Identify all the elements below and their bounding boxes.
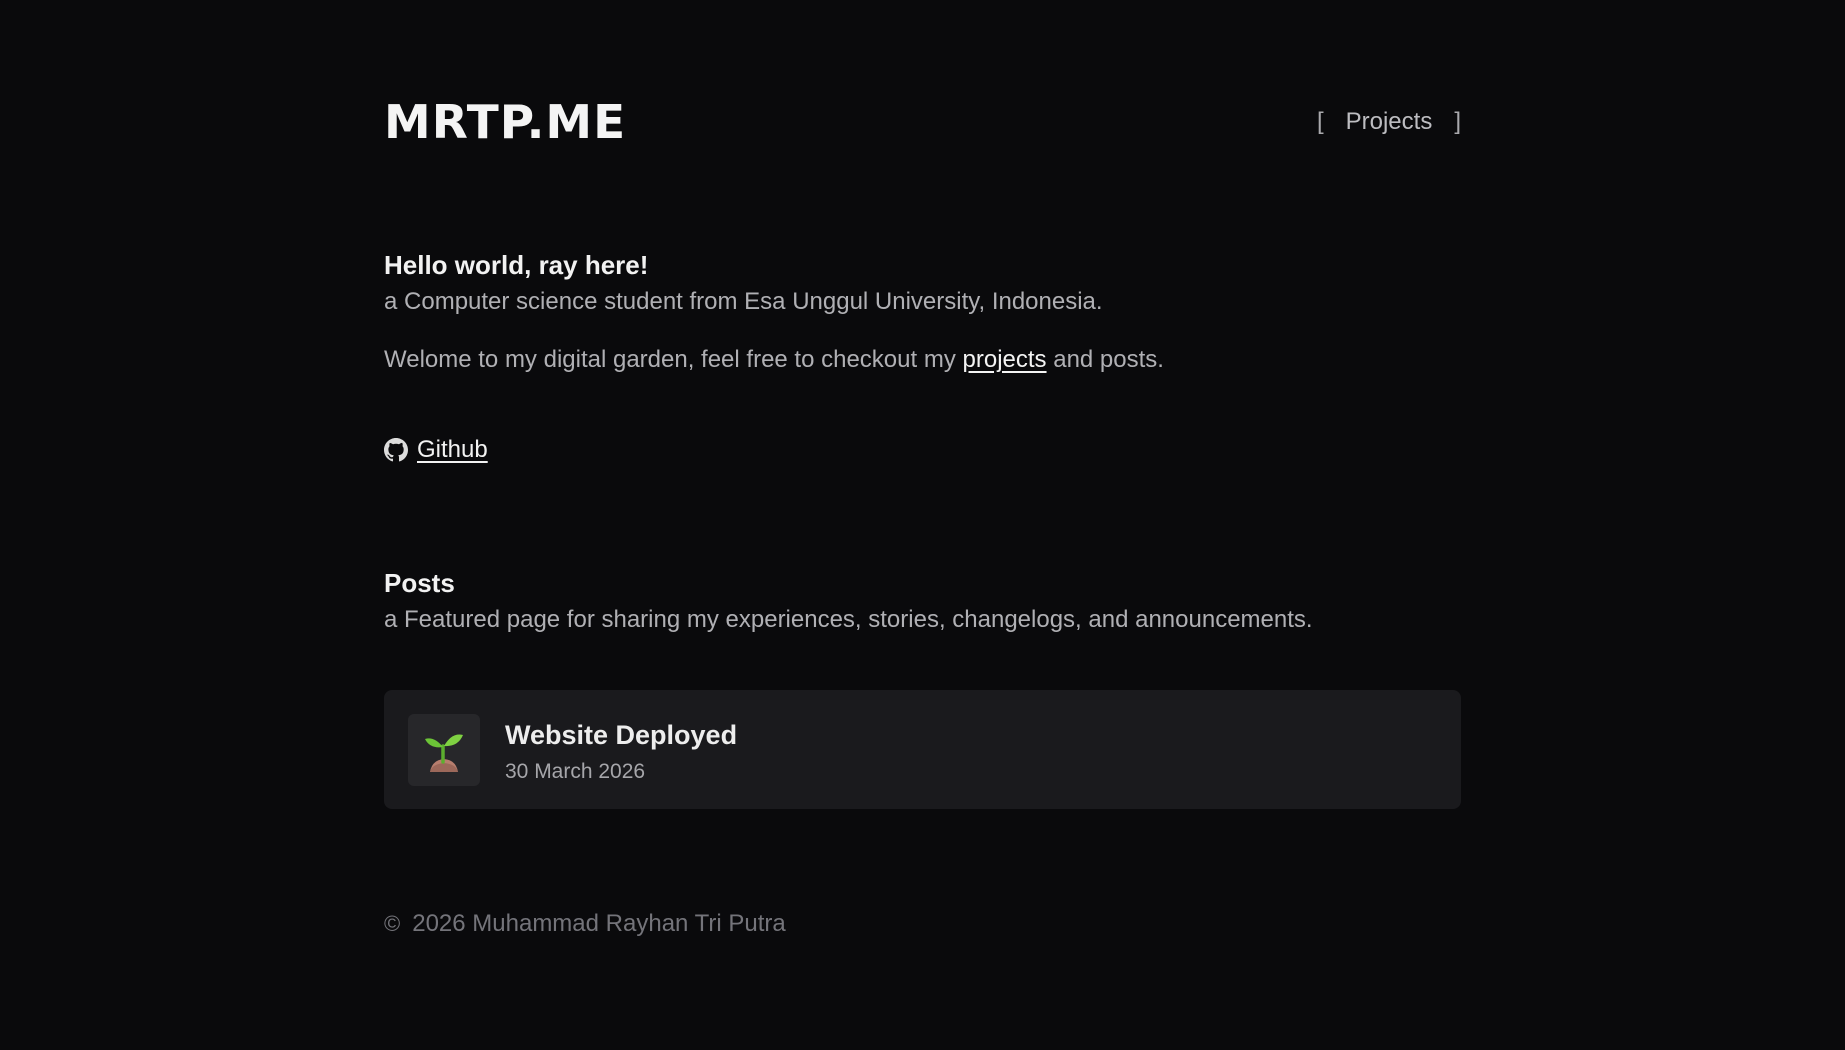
welcome-text-before: Welome to my digital garden, feel free t… <box>384 346 963 373</box>
posts-description: a Featured page for sharing my experienc… <box>384 606 1313 633</box>
post-date: 30 March 2026 <box>505 760 646 783</box>
welcome-text: Welome to my digital garden, feel free t… <box>384 344 1164 376</box>
github-label: Github <box>417 436 488 463</box>
nav-link-projects[interactable]: Projects <box>1346 108 1433 136</box>
intro-subtitle: a Computer science student from Esa Ungg… <box>384 288 1103 315</box>
post-icon-container <box>408 714 480 786</box>
site-header: MRTP.ME [ Projects ] <box>384 96 1461 148</box>
greeting-heading: Hello world, ray here! <box>384 250 649 280</box>
posts-heading: Posts <box>384 568 455 598</box>
posts-section: Posts a Featured page for sharing my exp… <box>384 566 1461 809</box>
copyright-symbol: © <box>384 911 401 936</box>
intro-section: Hello world, ray here! a Computer scienc… <box>384 248 1164 376</box>
post-title: Website Deployed <box>505 720 738 750</box>
site-logo[interactable]: MRTP.ME <box>384 96 626 148</box>
github-link[interactable]: Github <box>384 434 488 466</box>
seedling-icon <box>425 734 463 772</box>
nav-bracket-right: ] <box>1454 108 1461 135</box>
projects-link[interactable]: projects <box>963 346 1047 373</box>
post-card[interactable]: Website Deployed 30 March 2026 <box>384 690 1461 809</box>
nav-bracket-left: [ <box>1316 108 1324 135</box>
site-footer: © 2026 Muhammad Rayhan Tri Putra <box>384 908 786 940</box>
copyright-text: 2026 Muhammad Rayhan Tri Putra <box>412 910 786 937</box>
main-nav: [ Projects ] <box>1317 108 1461 136</box>
welcome-text-after: and posts. <box>1046 346 1164 373</box>
github-icon <box>384 438 408 462</box>
